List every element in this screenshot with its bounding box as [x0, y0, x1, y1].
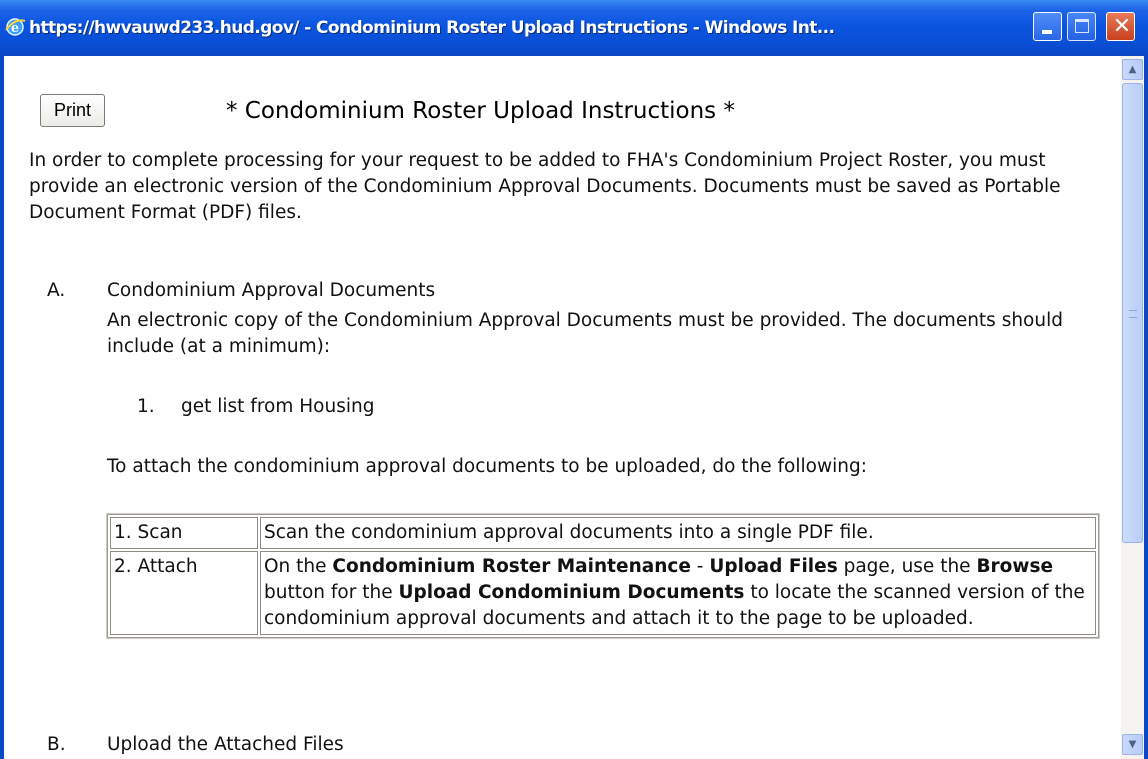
page-title: * Condominium Roster Upload Instructions…: [226, 98, 735, 124]
detail-emphasis: Upload Condominium Documents: [398, 582, 745, 603]
maximize-icon: [1075, 19, 1089, 33]
section-a-title: Condominium Approval Documents: [107, 280, 436, 301]
scrollbar-thumb[interactable]: [1122, 83, 1143, 543]
detail-text: button for the: [264, 582, 399, 603]
minimize-icon: [1042, 30, 1052, 34]
chevron-down-icon: ▼: [1128, 739, 1137, 750]
internet-explorer-icon: e: [5, 18, 26, 36]
title-bar[interactable]: e https://hwvauwd233.hud.gov/ - Condomin…: [0, 0, 1148, 56]
detail-text: page, use the: [837, 556, 977, 577]
browser-popup-window: e https://hwvauwd233.hud.gov/ - Condomin…: [0, 0, 1148, 759]
chevron-up-icon: ▲: [1128, 64, 1137, 75]
scroll-down-button[interactable]: ▼: [1122, 734, 1143, 755]
step-label: 1. Scan: [110, 517, 258, 549]
detail-text: On the: [264, 556, 333, 577]
section-b-letter: B.: [47, 734, 66, 755]
table-row: 1. Scan Scan the condominium approval do…: [110, 517, 1096, 549]
detail-emphasis: Browse: [976, 556, 1054, 577]
section-a-letter: A.: [47, 280, 66, 301]
step-detail: Scan the condominium approval documents …: [260, 517, 1096, 549]
close-button[interactable]: ✕: [1106, 12, 1135, 41]
detail-text: -: [690, 556, 710, 577]
page-content: Print * Condominium Roster Upload Instru…: [4, 56, 1121, 759]
table-row: 2. Attach On the Condominium Roster Main…: [110, 551, 1096, 635]
section-b-title: Upload the Attached Files: [107, 734, 344, 755]
list-item-number: 1.: [137, 396, 155, 417]
grip-icon: [1129, 310, 1137, 318]
scroll-up-button[interactable]: ▲: [1122, 59, 1143, 80]
close-icon: ✕: [1112, 14, 1132, 39]
minimize-button[interactable]: [1033, 12, 1062, 41]
print-button[interactable]: Print: [40, 94, 105, 127]
detail-emphasis: Condominium Roster Maintenance: [332, 556, 691, 577]
detail-emphasis: Upload Files: [709, 556, 838, 577]
attach-instructions: To attach the condominium approval docum…: [107, 456, 867, 477]
intro-paragraph: In order to complete processing for your…: [29, 150, 1061, 223]
step-label: 2. Attach: [110, 551, 258, 635]
detail-text: Scan the condominium approval documents …: [264, 522, 874, 543]
steps-table: 1. Scan Scan the condominium approval do…: [106, 513, 1100, 639]
maximize-button[interactable]: [1067, 12, 1096, 41]
vertical-scrollbar[interactable]: ▲ ▼: [1121, 56, 1144, 759]
window-title: https://hwvauwd233.hud.gov/ - Condominiu…: [29, 18, 835, 38]
window-frame-right: [1144, 56, 1148, 759]
list-item-text: get list from Housing: [181, 396, 375, 417]
step-detail: On the Condominium Roster Maintenance - …: [260, 551, 1096, 635]
section-a-description: An electronic copy of the Condominium Ap…: [107, 310, 1063, 357]
